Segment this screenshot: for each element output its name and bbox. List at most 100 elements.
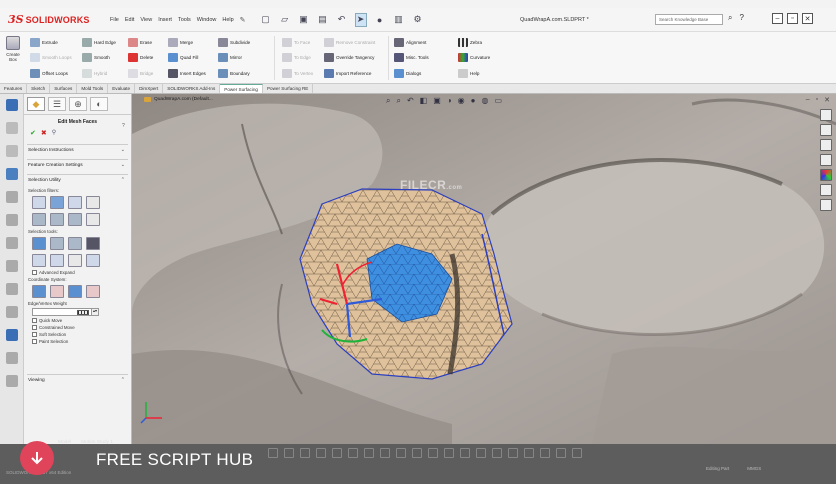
- pin-icon[interactable]: ⚲: [52, 129, 56, 137]
- select-arrow-icon[interactable]: ➤: [354, 12, 367, 27]
- misc-tools-button[interactable]: Misc. Tools: [394, 53, 429, 62]
- bridge-button[interactable]: Bridge: [128, 69, 153, 78]
- menu-tools[interactable]: Tools: [178, 17, 191, 23]
- invert-selection-icon[interactable]: [86, 237, 100, 250]
- select-ring-icon[interactable]: [50, 254, 64, 267]
- selection-utility-section[interactable]: Selection Utility ⌃: [27, 174, 128, 186]
- zoom-to-fit-icon[interactable]: ⌕: [386, 96, 390, 106]
- tool-icon[interactable]: [5, 168, 18, 180]
- tool-icon[interactable]: [5, 191, 18, 203]
- to-face-button[interactable]: To Face: [282, 38, 310, 47]
- tool-icon[interactable]: [5, 375, 18, 387]
- shrink-selection-icon[interactable]: [68, 237, 82, 250]
- coord-local-icon[interactable]: [50, 285, 64, 298]
- to-edge-button[interactable]: To Edge: [282, 53, 311, 62]
- chevron-down-icon[interactable]: ⌄: [121, 162, 125, 168]
- tool-icon[interactable]: [5, 122, 18, 134]
- tool-icon[interactable]: [5, 214, 18, 226]
- paint-selection-checkbox[interactable]: Paint Selection: [32, 339, 123, 344]
- chevron-up-icon[interactable]: ⌃: [121, 377, 125, 383]
- tool-icon[interactable]: [5, 306, 18, 318]
- select-loop-icon[interactable]: [32, 254, 46, 267]
- tool-icon[interactable]: [492, 448, 502, 458]
- checkbox-box[interactable]: [32, 318, 37, 323]
- zoom-area-icon[interactable]: ⌕: [396, 96, 400, 106]
- tab-surfaces[interactable]: Surfaces: [50, 84, 78, 93]
- tab-power-surfacing-re[interactable]: Power Surfacing RE: [263, 84, 314, 93]
- tool-icon[interactable]: [316, 448, 326, 458]
- tab-dimxpert[interactable]: DimXpert: [135, 84, 164, 93]
- section-view-icon[interactable]: ◧: [420, 96, 428, 106]
- tool-icon[interactable]: [380, 448, 390, 458]
- design-library-icon[interactable]: [820, 139, 832, 151]
- constrained-move-checkbox[interactable]: Constrained Move: [32, 325, 123, 330]
- viewport-restore-icon[interactable]: ▫: [816, 96, 818, 104]
- weight-spinner[interactable]: ▴▾: [91, 308, 99, 316]
- select-all-icon[interactable]: [32, 237, 46, 250]
- coord-normal-icon[interactable]: [86, 285, 100, 298]
- mirror-button[interactable]: Mirror: [218, 53, 242, 62]
- view-settings-icon[interactable]: ▭: [494, 96, 502, 106]
- mesh-scene[interactable]: [132, 94, 836, 444]
- tool-icon[interactable]: [332, 448, 342, 458]
- smooth-loops-button[interactable]: Smooth Loops: [30, 53, 72, 62]
- viewport-minimize-icon[interactable]: –: [806, 96, 810, 104]
- checkbox-box[interactable]: [32, 339, 37, 344]
- help-icon[interactable]: ?: [122, 123, 125, 129]
- filter-ring-icon[interactable]: [50, 213, 64, 226]
- download-button[interactable]: [20, 441, 54, 475]
- tool-icon[interactable]: [5, 145, 18, 157]
- tool-icon[interactable]: [5, 260, 18, 272]
- coord-view-icon[interactable]: [68, 285, 82, 298]
- weight-slider-icon[interactable]: [77, 310, 89, 315]
- hide-show-icon[interactable]: ◉: [458, 96, 465, 106]
- home-icon[interactable]: [820, 109, 832, 121]
- tool-icon[interactable]: [5, 352, 18, 364]
- checkbox-box[interactable]: [32, 325, 37, 330]
- previous-view-icon[interactable]: ↶: [407, 96, 414, 106]
- rebuild-icon[interactable]: ●: [374, 13, 386, 27]
- tool-icon[interactable]: [268, 448, 278, 458]
- tool-icon[interactable]: [5, 283, 18, 295]
- scene-icon[interactable]: ◍: [481, 96, 488, 106]
- tool-icon[interactable]: [348, 448, 358, 458]
- file-explorer-icon[interactable]: [820, 154, 832, 166]
- help-question-icon[interactable]: ?: [739, 13, 743, 23]
- zebra-button[interactable]: Zebra: [458, 38, 482, 47]
- search-knowledge-base-input[interactable]: Search Knowledge Base: [655, 14, 723, 25]
- alignment-button[interactable]: Alignment: [394, 38, 426, 47]
- delete-button[interactable]: Delete: [128, 53, 153, 62]
- new-document-icon[interactable]: ▢: [260, 13, 272, 27]
- erase-button[interactable]: Erase: [128, 38, 152, 47]
- menu-view[interactable]: View: [140, 17, 152, 23]
- filter-face-icon[interactable]: [50, 196, 64, 209]
- chevron-up-icon[interactable]: ⌃: [121, 177, 125, 183]
- minimize-button[interactable]: –: [772, 13, 783, 24]
- solidworks-logo[interactable]: 3S SOLIDWORKS: [8, 13, 96, 26]
- advanced-expand-checkbox[interactable]: Advanced Expand: [32, 270, 123, 275]
- tool-icon[interactable]: [508, 448, 518, 458]
- tab-features[interactable]: Features: [0, 84, 28, 93]
- tab-model[interactable]: Model: [58, 440, 71, 445]
- config-tab-icon[interactable]: ⊕: [69, 97, 87, 111]
- tool-icon[interactable]: [444, 448, 454, 458]
- offset-loops-button[interactable]: Offset Loops: [30, 69, 68, 78]
- select-region-icon[interactable]: [68, 254, 82, 267]
- curvature-button[interactable]: Curvature: [458, 53, 490, 62]
- open-folder-icon[interactable]: ▱: [279, 13, 291, 27]
- tool-icon[interactable]: [412, 448, 422, 458]
- undo-icon[interactable]: ↶: [336, 13, 348, 27]
- appearances-icon[interactable]: [820, 169, 832, 181]
- tool-icon[interactable]: [524, 448, 534, 458]
- quad-fill-button[interactable]: Quad Fill: [168, 53, 198, 62]
- feature-tree-breadcrumb[interactable]: QuadWrapA.com (Default...: [144, 97, 213, 102]
- tab-power-surfacing[interactable]: Power Surfacing: [220, 84, 263, 93]
- cancel-x-icon[interactable]: ✖: [41, 129, 47, 137]
- filter-body-icon[interactable]: [68, 213, 82, 226]
- help-button[interactable]: Help: [458, 69, 479, 78]
- filter-point-icon[interactable]: [86, 196, 100, 209]
- feature-manager-icon[interactable]: [5, 99, 18, 111]
- menu-help[interactable]: Help: [222, 17, 233, 23]
- filter-edge-icon[interactable]: [68, 196, 82, 209]
- viewing-section[interactable]: Viewing ⌃: [27, 374, 128, 386]
